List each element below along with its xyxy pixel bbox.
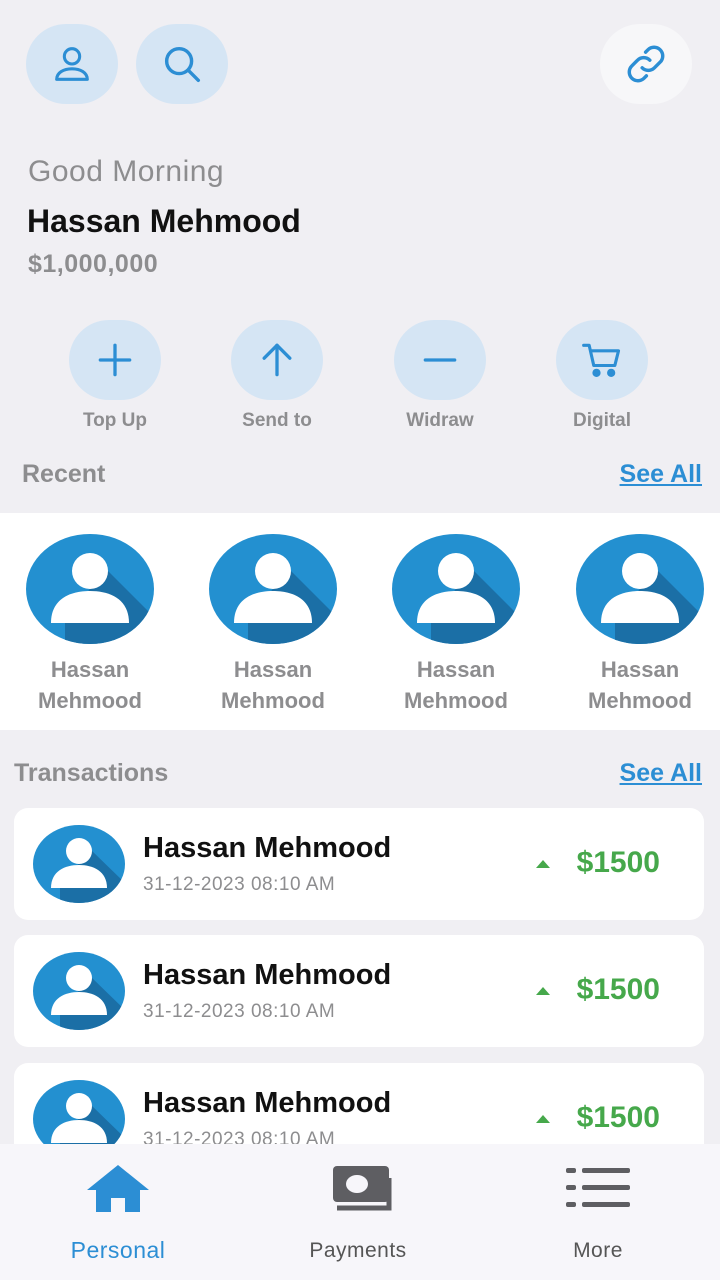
avatar-icon [392, 534, 520, 644]
send-to-action[interactable]: Send to [217, 320, 337, 432]
recent-contact[interactable]: Hassan Mehmood [381, 533, 531, 716]
caret-up-icon [536, 860, 550, 868]
recent-heading: Recent [22, 460, 106, 488]
caret-up-icon [536, 1115, 550, 1123]
avatar-icon [26, 534, 154, 644]
search-icon [164, 46, 201, 83]
digital-button[interactable] [556, 320, 648, 400]
minus-icon [423, 358, 457, 362]
transactions-heading: Transactions [14, 759, 169, 787]
nav-personal-label: Personal [70, 1237, 166, 1263]
nav-more[interactable]: More [498, 1162, 698, 1263]
link-icon [627, 45, 665, 83]
home-screen: Good Morning Hassan Mehmood $1,000,000 T… [0, 0, 720, 1280]
transaction-item[interactable]: Hassan Mehmood 31-12-2023 08:10 AM $1500 [14, 808, 704, 920]
recent-contacts-list: Hassan Mehmood Hassan Mehmood Hassan Meh… [0, 513, 720, 730]
transaction-amount: $1500 [576, 846, 660, 879]
avatar-icon [576, 534, 704, 644]
caret-up-icon [536, 987, 550, 995]
send-to-button[interactable] [231, 320, 323, 400]
contact-first-name: Hassan [600, 657, 680, 682]
digital-action[interactable]: Digital [542, 320, 662, 432]
withdraw-button[interactable] [394, 320, 486, 400]
withdraw-action[interactable]: Widraw [380, 320, 500, 432]
transactions-see-all-link[interactable]: See All [620, 759, 702, 788]
profile-button[interactable] [26, 24, 118, 104]
menu-list-icon [566, 1168, 630, 1207]
top-up-label: Top Up [82, 410, 147, 431]
account-balance: $1,000,000 [28, 250, 159, 278]
contact-last-name: Mehmood [38, 688, 142, 713]
nav-payments[interactable]: Payments [258, 1162, 458, 1263]
top-up-button[interactable] [69, 320, 161, 400]
transaction-name: Hassan Mehmood [143, 1087, 392, 1119]
top-up-action[interactable]: Top Up [55, 320, 175, 432]
payments-icon [333, 1166, 392, 1211]
transaction-name: Hassan Mehmood [143, 959, 392, 991]
user-icon [55, 47, 89, 81]
recent-contact[interactable]: Hassan Mehmood [198, 533, 348, 716]
contact-last-name: Mehmood [221, 688, 325, 713]
transaction-amount: $1500 [576, 973, 660, 1006]
user-name: Hassan Mehmood [27, 203, 301, 239]
contact-last-name: Mehmood [404, 688, 508, 713]
bottom-navigation: Personal Payments More [0, 1144, 720, 1280]
transaction-item[interactable]: Hassan Mehmood 31-12-2023 08:10 AM $1500 [14, 935, 704, 1047]
nav-more-label: More [573, 1239, 623, 1262]
avatar-icon [209, 534, 337, 644]
send-to-label: Send to [242, 410, 312, 431]
contact-last-name: Mehmood [588, 688, 692, 713]
home-icon [87, 1165, 149, 1212]
arrow-up-icon [262, 343, 292, 377]
contact-first-name: Hassan [50, 657, 130, 682]
contact-first-name: Hassan [233, 657, 313, 682]
transaction-name: Hassan Mehmood [143, 832, 392, 864]
greeting-text: Good Morning [28, 155, 225, 188]
link-button[interactable] [600, 24, 692, 104]
contact-first-name: Hassan [416, 657, 496, 682]
avatar-icon [33, 952, 125, 1030]
avatar-icon [33, 825, 125, 903]
withdraw-label: Widraw [406, 410, 474, 431]
recent-see-all-link[interactable]: See All [620, 460, 702, 489]
search-button[interactable] [136, 24, 228, 104]
transaction-date: 31-12-2023 08:10 AM [143, 1001, 336, 1022]
nav-payments-label: Payments [309, 1239, 407, 1262]
recent-contact[interactable]: Hassan Mehmood [15, 533, 165, 716]
recent-contact[interactable]: Hassan Mehmood [565, 533, 715, 716]
nav-personal[interactable]: Personal [18, 1162, 218, 1264]
plus-icon [98, 343, 132, 377]
cart-icon [582, 343, 621, 377]
transaction-amount: $1500 [576, 1101, 660, 1134]
transaction-date: 31-12-2023 08:10 AM [143, 874, 336, 895]
digital-label: Digital [572, 410, 632, 431]
